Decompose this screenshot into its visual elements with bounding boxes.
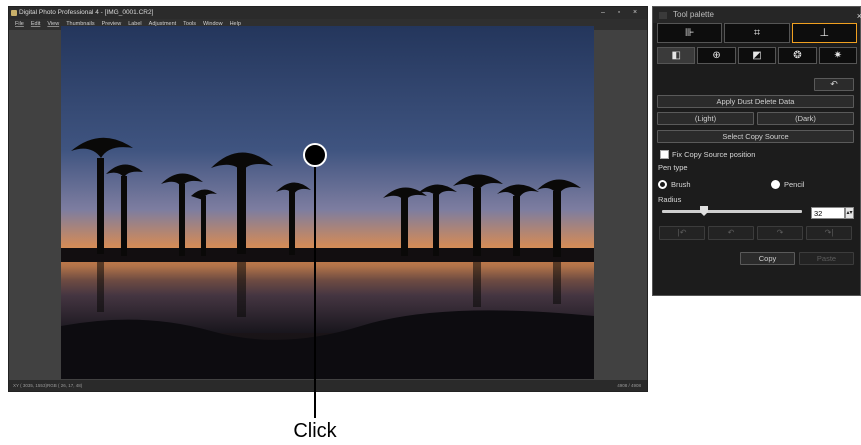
fix-copy-source-label: Fix Copy Source position [672, 150, 756, 159]
brush-radio[interactable] [658, 180, 667, 189]
status-coordinates: XY ( 3035, 1553)RGB ( 26, 17, 48) [13, 383, 83, 388]
baobab-sunset-image [61, 26, 594, 379]
tone-curve-icon[interactable]: ◩ [737, 47, 777, 64]
minimize-icon[interactable]: – [597, 7, 609, 19]
settings-icon[interactable]: ✷ [818, 47, 858, 64]
grip-icon[interactable] [659, 12, 667, 19]
restore-icon[interactable]: ▫ [613, 7, 625, 19]
menu-edit[interactable]: Edit [31, 19, 40, 30]
stamp-icon[interactable]: ⊥ [791, 23, 857, 43]
compare-icon[interactable]: ⊪ [657, 23, 723, 43]
copy-button[interactable]: Copy [740, 252, 795, 265]
pen-type-label: Pen type [658, 163, 688, 172]
title-bar: Digital Photo Professional 4 - [IMG_0001… [9, 7, 647, 19]
color-icon[interactable]: ❂ [778, 47, 817, 64]
nav-next-button[interactable]: ↷ [757, 226, 803, 240]
click-leader-line [314, 167, 316, 418]
close-icon[interactable]: × [629, 7, 641, 19]
crop-icon[interactable]: ⌗ [724, 23, 790, 43]
tool-tabs-sub: ◧ ⊕ ◩ ❂ ✷ [657, 47, 858, 64]
tool-palette-title: Tool palette [673, 10, 714, 19]
brush-label: Brush [671, 180, 691, 189]
paste-button[interactable]: Paste [799, 252, 854, 265]
click-callout-label: Click [293, 420, 337, 442]
light-button[interactable]: (Light) [657, 112, 754, 125]
tool-palette-title-bar[interactable]: Tool palette × [653, 7, 861, 24]
dark-button[interactable]: (Dark) [757, 112, 854, 125]
photo-canvas[interactable] [61, 26, 594, 379]
basic-adjust-icon[interactable]: ◧ [657, 47, 696, 64]
status-image-size: 4908 / 4908 [617, 383, 641, 388]
radius-slider[interactable] [662, 210, 802, 213]
tool-tabs-main: ⊪ ⌗ ⊥ [657, 23, 857, 43]
menu-view[interactable]: View [47, 19, 59, 30]
undo-all-button[interactable]: ↶ [814, 78, 854, 91]
close-icon[interactable]: × [857, 8, 861, 24]
radius-input[interactable]: 32 [811, 207, 845, 219]
apply-dust-delete-button[interactable]: Apply Dust Delete Data [657, 95, 854, 108]
nav-prev-button[interactable]: ↶ [708, 226, 754, 240]
detail-icon[interactable]: ⊕ [697, 47, 736, 64]
window-title: Digital Photo Professional 4 - [IMG_0001… [19, 9, 154, 16]
radius-label: Radius [658, 195, 682, 204]
radius-spinner[interactable]: ▴▾ [845, 207, 854, 219]
status-bar: XY ( 3035, 1553)RGB ( 26, 17, 48) 4908 /… [9, 380, 647, 391]
pencil-radio[interactable] [771, 180, 780, 189]
pencil-label: Pencil [784, 180, 805, 189]
fix-copy-source-checkbox[interactable] [660, 150, 669, 159]
menu-file[interactable]: File [15, 19, 24, 30]
nav-first-button[interactable]: |↶ [659, 226, 705, 240]
app-icon [11, 10, 17, 16]
click-marker [303, 143, 327, 167]
select-copy-source-button[interactable]: Select Copy Source [657, 130, 854, 143]
nav-last-button[interactable]: ↷| [806, 226, 852, 240]
